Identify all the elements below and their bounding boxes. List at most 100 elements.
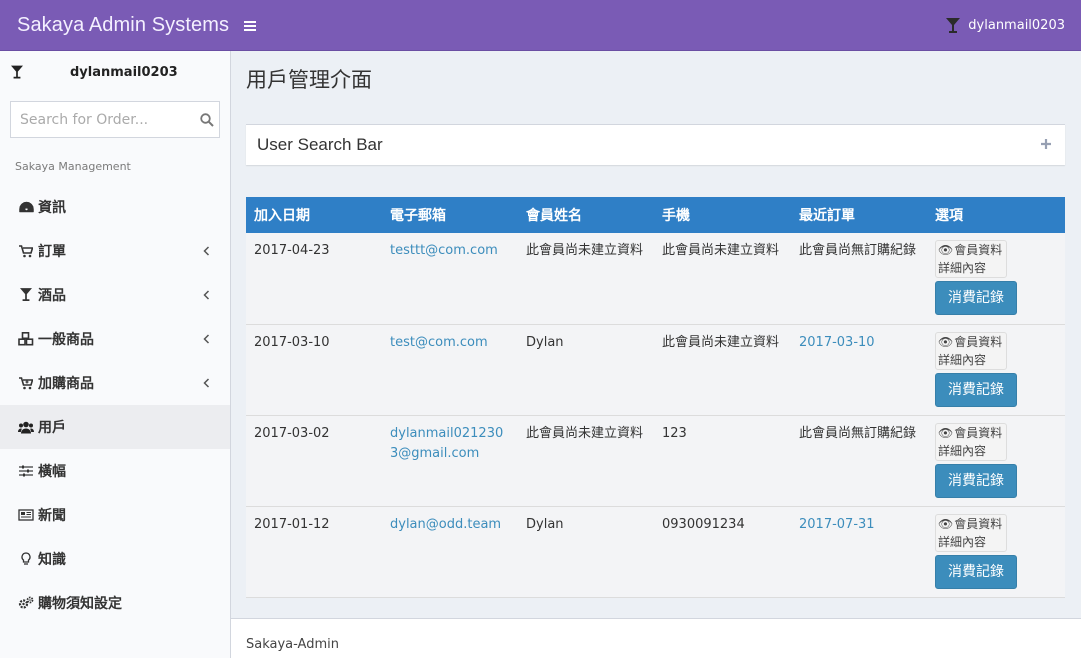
sidebar-item-label: 加購商品 xyxy=(38,376,94,392)
column-header: 會員姓名 xyxy=(518,197,654,233)
sidebar-menu: 資訊 訂單 酒品 一般商品 加購商品 用戶 橫幅 新聞 知識 購物須知設定 xyxy=(0,185,230,625)
sidebar-item-shopping-notice-settings[interactable]: 購物須知設定 xyxy=(0,581,230,625)
glass-icon xyxy=(18,287,34,303)
email-link[interactable]: testtt@com.com xyxy=(390,243,498,258)
footer: Sakaya-Admin xyxy=(231,618,1081,658)
sidebar-item-label: 資訊 xyxy=(38,200,66,216)
search-box-title: User Search Bar xyxy=(257,135,383,154)
last-order-link[interactable]: 2017-03-10 xyxy=(799,335,875,350)
eye-icon: 👁 xyxy=(938,243,954,257)
sidebar-item-addon-products[interactable]: 加購商品 xyxy=(0,361,230,405)
chevron-left-icon xyxy=(203,244,210,260)
column-header: 最近訂單 xyxy=(791,197,927,233)
column-header: 加入日期 xyxy=(246,197,382,233)
table-row: 2017-03-10 test@com.com Dylan 此會員尚未建立資料 … xyxy=(246,324,1065,416)
search-icon xyxy=(199,112,214,127)
column-header: 電子郵箱 xyxy=(382,197,518,233)
top-navbar: Sakaya Admin Systems dylanmail0203 xyxy=(0,0,1081,51)
member-details-button[interactable]: 👁會員資料詳細內容 xyxy=(935,240,1007,278)
sidebar-search xyxy=(10,101,220,138)
sidebar-item-label: 用戶 xyxy=(38,420,66,436)
column-header: 選項 xyxy=(927,197,1065,233)
sidebar-item-label: 酒品 xyxy=(38,288,66,304)
eye-icon: 👁 xyxy=(938,425,954,440)
sidebar-item-users[interactable]: 用戶 xyxy=(0,405,230,449)
chevron-left-icon xyxy=(203,376,210,392)
chevron-left-icon xyxy=(203,288,210,304)
member-details-button[interactable]: 👁會員資料詳細內容 xyxy=(935,422,1007,461)
consumption-record-button[interactable]: 消費記錄 xyxy=(935,554,1017,589)
user-menu[interactable]: dylanmail0203 xyxy=(946,0,1065,51)
email-link[interactable]: test@com.com xyxy=(390,335,488,350)
last-order-link[interactable]: 2017-07-31 xyxy=(799,517,875,532)
eye-icon: 👁 xyxy=(938,516,954,531)
header-username: dylanmail0203 xyxy=(968,18,1065,33)
sidebar-item-label: 知識 xyxy=(38,552,66,568)
email-link[interactable]: dylanmail0212303@gmail.com xyxy=(390,426,503,461)
column-header: 手機 xyxy=(654,197,791,233)
chevron-left-icon xyxy=(203,332,210,348)
cell-name: Dylan xyxy=(518,324,654,416)
brand-logo[interactable]: Sakaya Admin Systems xyxy=(0,14,230,37)
cell-date: 2017-03-10 xyxy=(246,324,382,416)
email-link[interactable]: dylan@odd.team xyxy=(390,517,501,532)
sidebar-username: dylanmail0203 xyxy=(70,65,178,80)
table-header-row: 加入日期 電子郵箱 會員姓名 手機 最近訂單 選項 xyxy=(246,197,1065,233)
cell-date: 2017-01-12 xyxy=(246,506,382,598)
glass-icon xyxy=(946,17,961,34)
member-details-button[interactable]: 👁會員資料詳細內容 xyxy=(935,331,1007,370)
consumption-record-button[interactable]: 消費記錄 xyxy=(935,372,1017,407)
sidebar-item-general-products[interactable]: 一般商品 xyxy=(0,317,230,361)
gears-icon xyxy=(18,595,34,611)
cubes-icon xyxy=(18,331,34,347)
sidebar-item-label: 訂單 xyxy=(38,244,66,260)
table-row: 2017-04-23 testtt@com.com 此會員尚未建立資料 此會員尚… xyxy=(246,233,1065,325)
search-button[interactable] xyxy=(194,102,219,137)
sliders-icon xyxy=(18,463,34,479)
cell-phone: 此會員尚未建立資料 xyxy=(654,324,791,416)
cell-name: 此會員尚未建立資料 xyxy=(518,415,654,507)
cell-date: 2017-04-23 xyxy=(246,233,382,325)
cell-last-order: 此會員尚無訂購紀錄 xyxy=(791,233,927,325)
table-row: 2017-01-12 dylan@odd.team Dylan 09300912… xyxy=(246,506,1065,598)
newspaper-icon xyxy=(18,507,34,523)
cell-phone: 此會員尚未建立資料 xyxy=(654,233,791,325)
users-table: 加入日期 電子郵箱 會員姓名 手機 最近訂單 選項 2017-04-23 tes… xyxy=(246,197,1065,598)
page-title: 用戶管理介面 xyxy=(246,68,372,92)
user-search-box: User Search Bar xyxy=(246,124,1065,165)
cart-icon xyxy=(18,243,34,259)
member-details-button[interactable]: 👁會員資料詳細內容 xyxy=(935,513,1007,552)
main-content: 用戶管理介面 User Search Bar 加入日期 電子郵箱 會員姓名 手機… xyxy=(231,51,1081,618)
table-row: 2017-03-02 dylanmail0212303@gmail.com 此會… xyxy=(246,415,1065,507)
sidebar-section-header: Sakaya Management xyxy=(15,160,131,173)
plus-icon xyxy=(1041,139,1051,149)
footer-text: Sakaya-Admin xyxy=(246,637,339,652)
cell-phone: 0930091234 xyxy=(654,506,791,598)
cell-phone: 123 xyxy=(654,415,791,507)
sidebar-item-label: 購物須知設定 xyxy=(38,596,122,612)
sidebar-item-banners[interactable]: 橫幅 xyxy=(0,449,230,493)
sidebar-item-label: 橫幅 xyxy=(38,464,66,480)
sidebar-item-info[interactable]: 資訊 xyxy=(0,185,230,229)
eye-icon: 👁 xyxy=(938,334,954,349)
cell-name: 此會員尚未建立資料 xyxy=(518,233,654,325)
cell-name: Dylan xyxy=(518,506,654,598)
sidebar-item-knowledge[interactable]: 知識 xyxy=(0,537,230,581)
sidebar-item-label: 一般商品 xyxy=(38,332,94,348)
cell-date: 2017-03-02 xyxy=(246,415,382,507)
expand-button[interactable] xyxy=(1039,137,1053,151)
user-panel: dylanmail0203 xyxy=(0,51,230,95)
sidebar: dylanmail0203 Sakaya Management 資訊 訂單 酒品… xyxy=(0,51,231,658)
cart-plus-icon xyxy=(18,375,34,391)
consumption-record-button[interactable]: 消費記錄 xyxy=(935,463,1017,498)
glass-icon xyxy=(11,65,23,84)
sidebar-toggle-button[interactable] xyxy=(244,19,258,31)
lightbulb-icon xyxy=(18,551,34,567)
sidebar-item-orders[interactable]: 訂單 xyxy=(0,229,230,273)
search-input[interactable] xyxy=(11,102,194,137)
sidebar-item-news[interactable]: 新聞 xyxy=(0,493,230,537)
dashboard-icon xyxy=(18,199,34,215)
sidebar-item-liquor[interactable]: 酒品 xyxy=(0,273,230,317)
cell-last-order: 此會員尚無訂購紀錄 xyxy=(791,415,927,507)
consumption-record-button[interactable]: 消費記錄 xyxy=(935,281,1017,315)
